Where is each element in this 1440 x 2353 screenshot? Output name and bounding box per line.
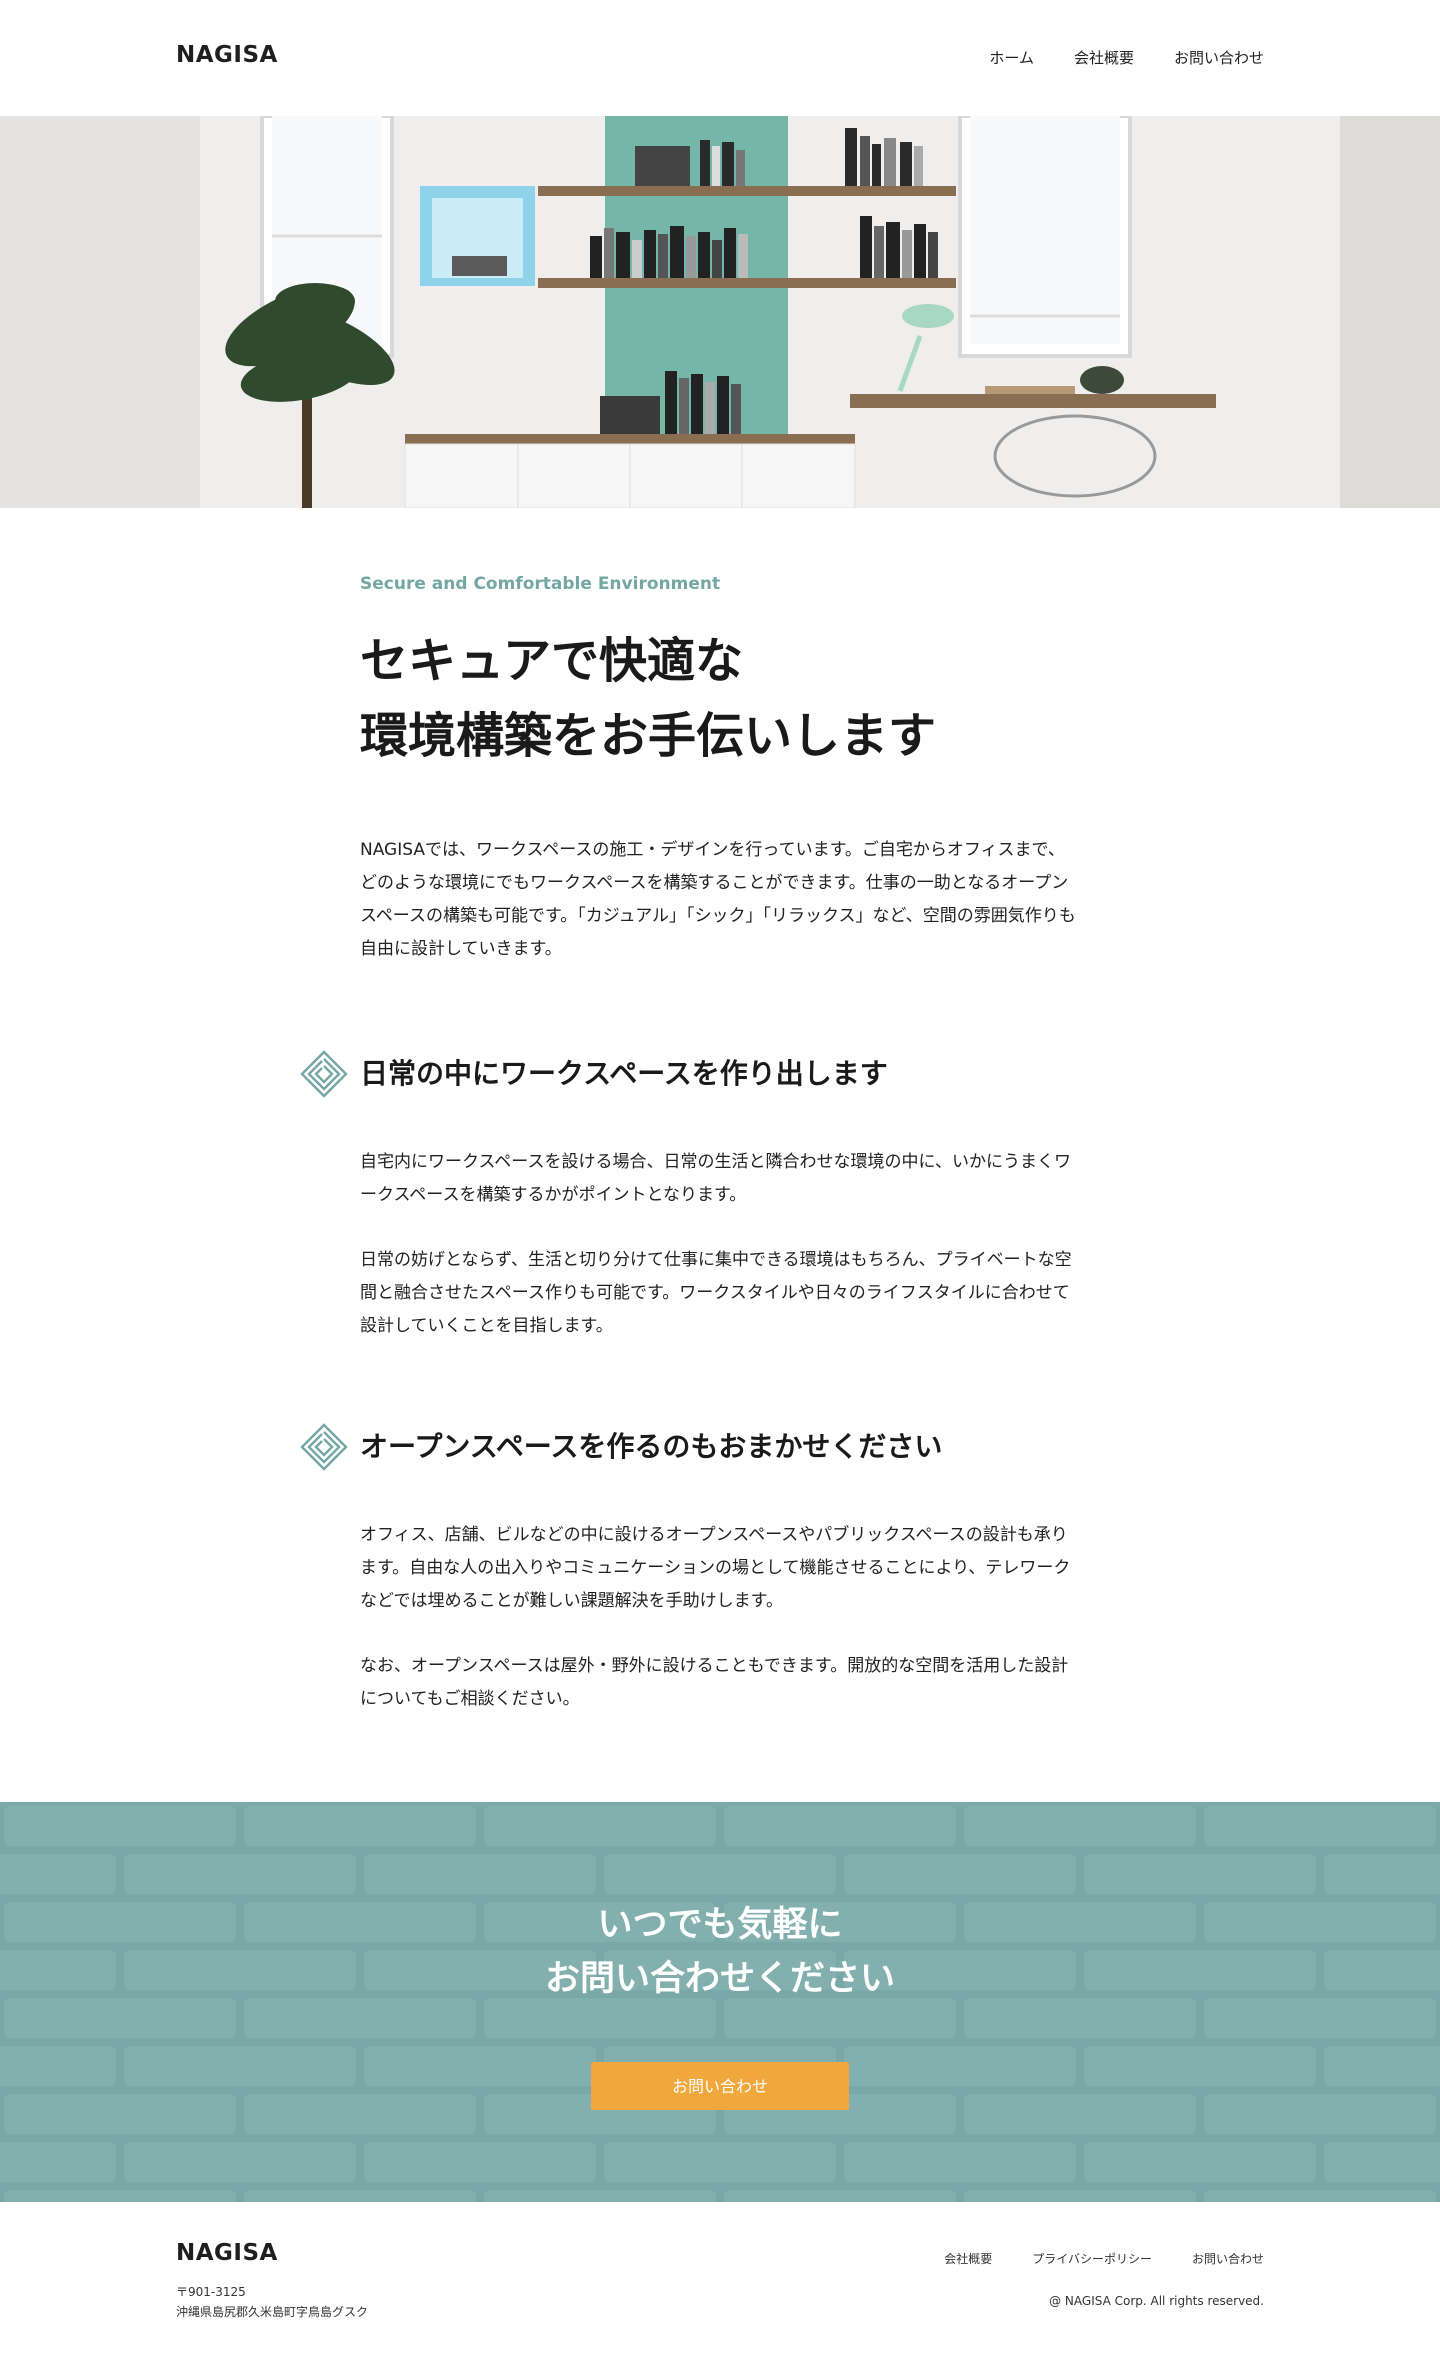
section-paragraph: 自宅内にワークスペースを設ける場合、日常の生活と隣合わせな環境の中に、いかにうま… — [360, 1152, 1071, 1205]
section-eyebrow: Secure and Comfortable Environment — [360, 574, 721, 594]
hero-image — [0, 116, 1440, 508]
global-nav: ホーム 会社概要 お問い合わせ — [989, 47, 1264, 68]
headline-line-2: 環境構築をお手伝いします — [360, 708, 937, 764]
nav-home-link[interactable]: ホーム — [989, 47, 1034, 68]
contact-title-line-2: お問い合わせください — [544, 1959, 895, 1999]
footer-address-line: 沖縄県島尻郡久米島町字鳥島グスク — [176, 2305, 369, 2319]
headline-line-1: セキュアで快適な — [360, 633, 744, 689]
section-title: 日常の中にワークスペースを作り出します — [360, 1057, 888, 1090]
lead-paragraph: NAGISAでは、ワークスペースの施工・デザインを行っています。ご自宅からオフィ… — [360, 840, 1076, 959]
site-footer: NAGISA 〒901-3125 沖縄県島尻郡久米島町字鳥島グスク 会社概要 プ… — [0, 2202, 1440, 2353]
footer-nav: 会社概要 プライバシーポリシー お問い合わせ — [944, 2250, 1264, 2267]
copyright-text: @ NAGISA Corp. All rights reserved. — [1049, 2294, 1264, 2308]
section-title: オープンスペースを作るのもおまかせください — [360, 1430, 943, 1463]
footer-address: 〒901-3125 沖縄県島尻郡久米島町字鳥島グスク — [176, 2282, 368, 2322]
nav-company-link[interactable]: 会社概要 — [1074, 47, 1134, 68]
footer-contact-link[interactable]: お問い合わせ — [1192, 2250, 1264, 2267]
section-paragraph: 日常の妨げとならず、生活と切り分けて仕事に集中できる環境はもちろん、プライベート… — [360, 1250, 1072, 1336]
section-paragraph: オフィス、店舗、ビルなどの中に設けるオープンスペースやパブリックスペースの設計も… — [360, 1525, 1071, 1611]
section-paragraph: なお、オープンスペースは屋外・野外に設けることもできます。開放的な空間を活用した… — [360, 1656, 1069, 1709]
site-header: NAGISA ホーム 会社概要 お問い合わせ — [0, 0, 1440, 116]
page-headline: セキュアで快適な 環境構築をお手伝いします — [360, 624, 936, 774]
feature-section-openspace: オープンスペースを作るのもおまかせください オフィス、店舗、ビルなどの中に設ける… — [300, 1423, 1080, 1716]
footer-privacy-link[interactable]: プライバシーポリシー — [1032, 2250, 1152, 2267]
site-logo[interactable]: NAGISA — [176, 42, 278, 68]
feature-section-workspace: 日常の中にワークスペースを作り出します 自宅内にワークスペースを設ける場合、日常… — [300, 1050, 1080, 1343]
footer-logo[interactable]: NAGISA — [176, 2240, 278, 2266]
footer-postal-code: 〒901-3125 — [176, 2285, 246, 2299]
footer-company-link[interactable]: 会社概要 — [944, 2250, 992, 2267]
contact-cta-section: いつでも気軽に お問い合わせください お問い合わせ — [0, 1802, 1440, 2202]
diamond-spiral-icon — [300, 1423, 348, 1471]
contact-button[interactable]: お問い合わせ — [591, 2062, 849, 2110]
contact-title-line-1: いつでも気軽に — [597, 1905, 843, 1945]
diamond-spiral-icon — [300, 1050, 348, 1098]
contact-title: いつでも気軽に お問い合わせください — [0, 1898, 1440, 2006]
nav-contact-link[interactable]: お問い合わせ — [1174, 47, 1264, 68]
